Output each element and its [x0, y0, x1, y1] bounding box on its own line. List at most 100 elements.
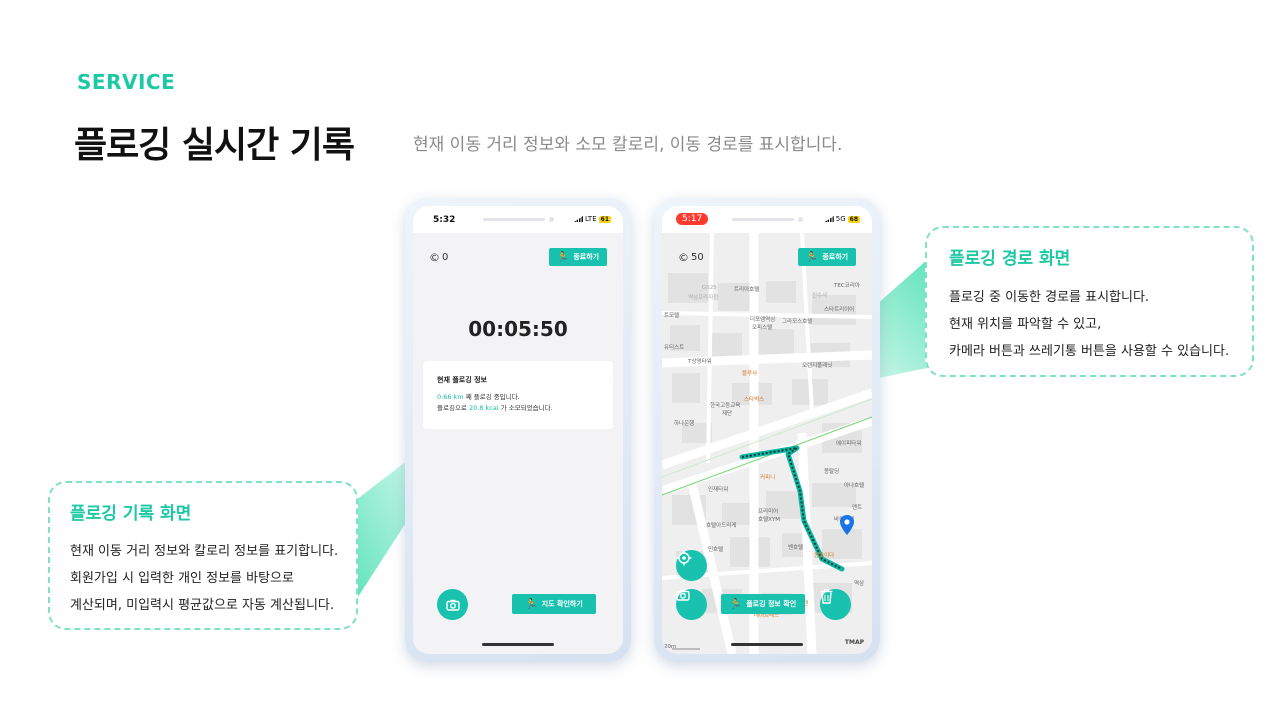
- record-screen-callout: 플로깅 기록 화면 현재 이동 거리 정보와 칼로리 정보를 표기합니다. 회원…: [48, 481, 358, 630]
- status-time: 5:17: [676, 213, 709, 225]
- map-label: 몽들이다: [814, 553, 835, 559]
- network-label: LTE: [585, 215, 597, 223]
- home-indicator: [482, 643, 554, 646]
- stop-button[interactable]: 🏃 종료하기: [549, 248, 607, 266]
- callout-title: 플로깅 기록 화면: [70, 504, 192, 524]
- map-label: 더포엠역삼: [750, 317, 776, 323]
- camera-button[interactable]: [676, 589, 707, 620]
- crosshair-icon: [676, 550, 692, 566]
- map-label: T상영타워: [688, 359, 712, 365]
- callout-line: 계산되며, 미입력시 평균값으로 자동 계산됩니다.: [70, 598, 334, 613]
- map-label: TEC코리아: [834, 283, 860, 289]
- map-label: 블루사: [742, 371, 758, 377]
- map-label: 역삼프라자점: [688, 295, 719, 301]
- map-brand-logo: TMAP: [844, 639, 864, 646]
- battery-icon: 61: [598, 215, 611, 223]
- coin-counter: © 50: [678, 251, 704, 264]
- map-label: 앤트: [852, 505, 863, 511]
- stop-button-label: 종료하기: [822, 253, 849, 261]
- distance-line: 0.66 km 째 플로깅 중입니다.: [437, 392, 599, 403]
- locate-me-button[interactable]: [676, 550, 707, 581]
- status-bar: 5:17 5G 68: [662, 206, 872, 233]
- map-label: 그라모스호텔: [782, 319, 813, 325]
- camera-icon: [676, 589, 690, 601]
- map-label: 재단: [722, 411, 733, 417]
- distance-value: 0.66 km: [437, 393, 464, 401]
- runner-icon: 🏃: [805, 251, 819, 263]
- stop-button-label: 종료하기: [573, 253, 600, 261]
- status-bar: 5:32 LTE 61: [413, 206, 623, 233]
- callout-description: 플로깅 중 이동한 경로를 표시합니다. 현재 위치를 파악할 수 있고, 카메…: [949, 284, 1229, 365]
- notch: [483, 218, 545, 221]
- map-label: 트리아호텔: [734, 287, 760, 293]
- map-label: 스타벅스: [744, 397, 765, 403]
- calorie-suffix: 가 소모되었습니다.: [498, 404, 553, 412]
- calorie-prefix: 플로깅으로: [437, 404, 469, 412]
- status-time: 5:32: [433, 215, 456, 225]
- page-title: 플로깅 실시간 기록: [74, 125, 355, 166]
- notch: [732, 218, 794, 221]
- camera-dot: [798, 217, 803, 222]
- signal-icon: [824, 216, 834, 222]
- info-card-title: 현재 플로깅 정보: [437, 376, 487, 384]
- map-label: 커피니: [760, 475, 776, 481]
- map-label: 프리미어: [758, 509, 779, 515]
- plogging-info-label: 플로깅 정보 확인: [746, 600, 797, 608]
- trash-icon: [820, 589, 833, 604]
- camera-icon: [445, 599, 460, 611]
- map-scale-label: 20m: [664, 644, 677, 650]
- map-label: 인재타워: [708, 487, 729, 493]
- callout-title: 플로깅 경로 화면: [949, 249, 1071, 269]
- camera-dot: [549, 217, 554, 222]
- network-label: 5G: [835, 215, 846, 223]
- page-subtitle: 현재 이동 거리 정보와 소모 칼로리, 이동 경로를 표시합니다.: [413, 135, 843, 155]
- route-screen-callout: 플로깅 경로 화면 플로깅 중 이동한 경로를 표시합니다. 현재 위치를 파악…: [925, 226, 1254, 377]
- map-label: 아나호텔: [844, 483, 865, 489]
- map-label: 유티스트: [664, 345, 685, 351]
- map-label: 벤호텔: [788, 545, 804, 551]
- route-phone: 5:17 5G 68 GS25 역삼프라자점 트리아호텔 진수사 TEC코리아 …: [654, 198, 880, 662]
- status-indicators: LTE 61: [574, 215, 611, 223]
- coin-count: 0: [442, 252, 449, 263]
- runner-icon: 🏃: [525, 598, 538, 610]
- callout-line: 플로깅 중 이동한 경로를 표시합니다.: [949, 290, 1150, 305]
- plogging-info-button[interactable]: 🏃 플로깅 정보 확인: [721, 594, 805, 614]
- calorie-value: 20.8 kcal: [468, 404, 499, 412]
- map-label: 트모텔: [664, 313, 680, 319]
- callout-line: 카메라 버튼과 쓰레기통 버튼을 사용할 수 있습니다.: [949, 344, 1230, 359]
- view-map-label: 지도 확인하기: [541, 600, 583, 608]
- coin-counter: © 0: [429, 251, 448, 264]
- map-label: 오렌지플래닛: [802, 363, 833, 369]
- map-label: 민호텔: [708, 547, 724, 553]
- camera-button[interactable]: [437, 589, 468, 620]
- map-label: GS25: [702, 285, 717, 291]
- distance-suffix: 째 플로깅 중입니다.: [463, 393, 520, 401]
- map-label: 진수사: [812, 293, 828, 299]
- elapsed-timer: 00:05:50: [468, 317, 568, 341]
- runner-icon: 🏃: [556, 251, 570, 263]
- signal-icon: [574, 216, 583, 222]
- map-label: 한국고등교육: [710, 403, 741, 409]
- map-label: 몽탈딩: [824, 469, 840, 475]
- map-label: 호텔XYM: [758, 517, 780, 523]
- calorie-line: 플로깅으로 20.8 kcal 가 소모되었습니다.: [437, 403, 599, 414]
- trash-button[interactable]: [820, 589, 851, 620]
- callout-line: 회원가입 시 입력한 개인 정보를 바탕으로: [70, 571, 294, 586]
- stop-button[interactable]: 🏃 종료하기: [798, 248, 856, 266]
- callout-line: 현재 위치를 파악할 수 있고,: [949, 317, 1102, 332]
- home-indicator: [731, 643, 803, 646]
- plogging-info-card: 현재 플로깅 정보 0.66 km 째 플로깅 중입니다. 플로깅으로 20.8…: [423, 361, 613, 429]
- route-map[interactable]: GS25 역삼프라자점 트리아호텔 진수사 TEC코리아 더포엠역삼 오피스텔 …: [662, 233, 872, 654]
- section-label: SERVICE: [77, 70, 176, 94]
- map-label: 역삼: [854, 581, 865, 587]
- map-label: 오피스텔: [752, 325, 773, 331]
- route-screen: 5:17 5G 68 GS25 역삼프라자점 트리아호텔 진수사 TEC코리아 …: [662, 206, 872, 654]
- record-screen: 5:32 LTE 61 © 0 🏃 종료하기 00:05:50 현재 플로깅 정…: [413, 206, 623, 654]
- current-location-pin-icon: [840, 515, 854, 535]
- record-phone: 5:32 LTE 61 © 0 🏃 종료하기 00:05:50 현재 플로깅 정…: [405, 198, 631, 662]
- record-body: © 0 🏃 종료하기 00:05:50 현재 플로깅 정보 0.66 km 째 …: [413, 233, 623, 654]
- map-label: 호텔아드리게: [706, 523, 737, 529]
- map-label: 스타트리이어: [824, 307, 855, 313]
- callout-description: 현재 이동 거리 정보와 칼로리 정보를 표기합니다. 회원가입 시 입력한 개…: [70, 538, 338, 619]
- view-map-button[interactable]: 🏃 지도 확인하기: [512, 594, 596, 614]
